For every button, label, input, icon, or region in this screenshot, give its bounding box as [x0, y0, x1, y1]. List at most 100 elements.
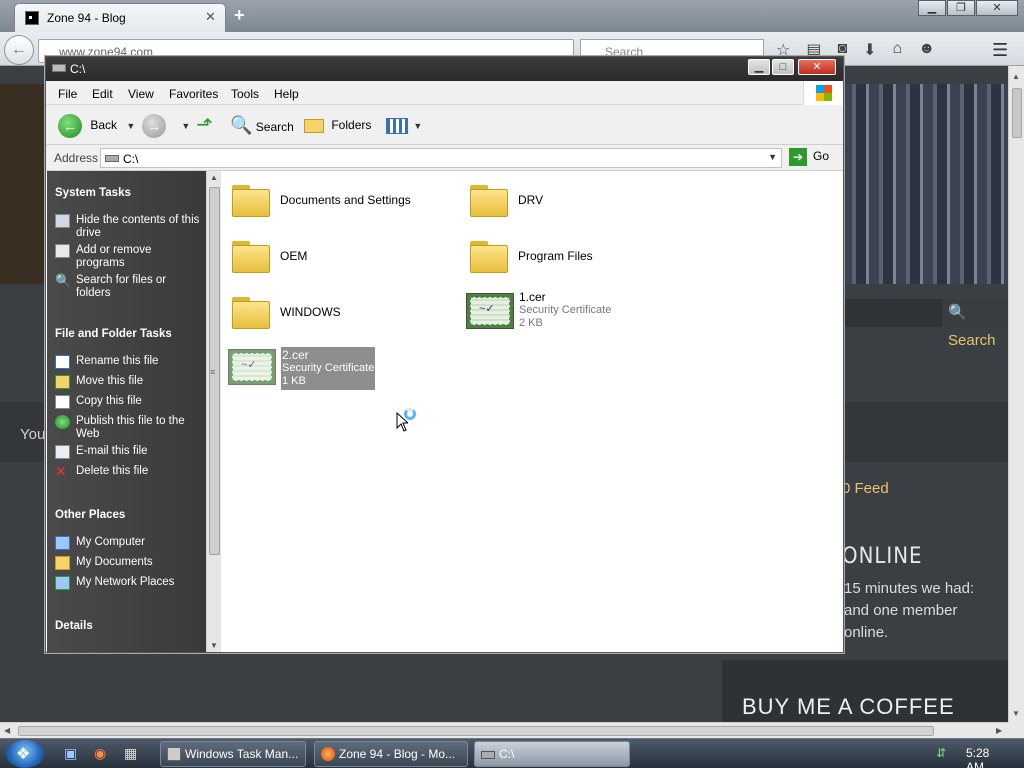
browser-tab[interactable]: Zone 94 - Blog ✕: [14, 3, 226, 32]
system-tasks-heading: System Tasks: [55, 187, 131, 199]
taskbar-firefox[interactable]: Zone 94 - Blog - Mo...: [314, 741, 468, 767]
back-button[interactable]: ← Back ▼: [58, 111, 135, 139]
file-size: 2 KB: [519, 317, 543, 329]
scroll-right-icon[interactable]: ▶: [996, 726, 1002, 735]
email-icon: [55, 445, 70, 459]
file-type: Security Certificate: [282, 362, 375, 374]
task-manager-icon: [167, 747, 181, 761]
up-folder-icon[interactable]: ⬏: [196, 111, 213, 139]
go-button[interactable]: ➔ Go: [789, 148, 829, 166]
task-copy-file[interactable]: Copy this file: [55, 395, 203, 409]
folder-item[interactable]: Documents and Settings: [232, 179, 452, 223]
online-stats: 15 minutes we had: and one member online…: [844, 578, 974, 644]
search-icon: 🔍: [55, 273, 72, 288]
tab-close-icon[interactable]: ✕: [205, 9, 216, 25]
clock[interactable]: 5:28 AM: [966, 746, 989, 768]
folder-item[interactable]: DRV: [470, 179, 670, 223]
smiley-icon[interactable]: ☻: [918, 40, 935, 60]
publish-web-icon: [55, 415, 70, 429]
file-list: Documents and Settings DRV OEM Program F…: [222, 171, 842, 652]
folder-item[interactable]: Program Files: [470, 235, 670, 279]
forward-dropdown-icon[interactable]: ▼: [181, 121, 190, 131]
folder-icon: [232, 239, 272, 273]
scroll-thumb[interactable]: [18, 726, 934, 736]
task-move-file[interactable]: Move this file: [55, 375, 203, 389]
scroll-down-icon[interactable]: ▼: [210, 641, 218, 650]
folders-label: Folders: [331, 118, 372, 132]
views-button[interactable]: ▼: [386, 111, 422, 139]
tab-title: Zone 94 - Blog: [47, 11, 126, 25]
folder-icon: [232, 295, 272, 329]
task-hide-contents[interactable]: Hide the contents of this drive: [55, 214, 203, 240]
folders-button[interactable]: Folders: [304, 111, 371, 139]
views-dropdown-icon[interactable]: ▼: [413, 121, 422, 131]
explorer-title-bar[interactable]: C:\ ▁ □ ✕: [46, 57, 843, 81]
menu-file[interactable]: File: [58, 87, 77, 101]
task-add-remove-programs[interactable]: Add or remove programs: [55, 244, 203, 270]
details-heading[interactable]: Details: [55, 620, 93, 632]
scroll-up-icon[interactable]: ▲: [1012, 72, 1020, 81]
scroll-left-icon[interactable]: ◀: [4, 726, 10, 735]
site-search-button[interactable]: 🔍 Search: [942, 299, 1008, 349]
firefox-icon[interactable]: ◉: [94, 745, 106, 762]
menu-view[interactable]: View: [128, 87, 154, 101]
page-vertical-scrollbar[interactable]: ▲ ▼: [1008, 66, 1024, 722]
task-rename-file[interactable]: Rename this file: [55, 355, 203, 369]
taskbar-label: Windows Task Man...: [185, 747, 299, 761]
menu-tools[interactable]: Tools: [231, 87, 259, 101]
file-details: 2.cer Security Certificate 1 KB: [281, 347, 376, 390]
browser-menu-icon[interactable]: ☰: [992, 40, 1008, 61]
show-desktop-icon[interactable]: ▣: [64, 745, 77, 762]
explorer-close-button[interactable]: ✕: [798, 59, 836, 75]
taskbar-task-manager[interactable]: Windows Task Man...: [160, 741, 306, 767]
explorer-toolbar: ← Back ▼ → ▼ ⬏ 🔍 Search Folders ▼: [46, 105, 843, 145]
place-my-documents[interactable]: My Documents: [55, 556, 203, 570]
file-item-selected[interactable]: 2.cer Security Certificate 1 KB: [228, 347, 428, 391]
certificate-icon: [466, 293, 514, 329]
browser-maximize-button[interactable]: ❐: [947, 0, 975, 16]
browser-minimize-button[interactable]: ▁: [918, 0, 946, 16]
drive-icon: [52, 64, 66, 72]
site-search-bar[interactable]: 🔍 Search: [842, 299, 1008, 349]
page-horizontal-scrollbar[interactable]: ◀ ▶: [0, 722, 1008, 738]
back-dropdown-icon[interactable]: ▼: [126, 121, 135, 131]
browser-back-button[interactable]: ←: [4, 35, 34, 65]
media-icon[interactable]: ▦: [124, 745, 137, 762]
taskbar-explorer[interactable]: C:\: [474, 741, 630, 767]
menu-favorites[interactable]: Favorites: [169, 87, 218, 101]
browser-close-button[interactable]: ✕: [976, 0, 1018, 16]
menu-help[interactable]: Help: [274, 87, 299, 101]
start-button[interactable]: [6, 740, 44, 768]
folder-item[interactable]: OEM: [232, 235, 432, 279]
forward-button[interactable]: → ▼: [142, 111, 190, 139]
address-input[interactable]: C:\ ▼: [100, 148, 782, 168]
task-search-files[interactable]: 🔍 Search for files or folders: [55, 274, 203, 300]
system-tray: ⇵ 5:28 AM: [936, 746, 989, 768]
file-item[interactable]: 1.cer Security Certificate 2 KB: [466, 291, 666, 335]
delete-icon: ✕: [55, 463, 67, 479]
place-my-network-places[interactable]: My Network Places: [55, 576, 203, 590]
address-dropdown-icon[interactable]: ▼: [768, 152, 777, 162]
search-button[interactable]: 🔍 Search: [230, 111, 294, 139]
task-pane-scrollbar[interactable]: ▲ ≡ ▼: [206, 171, 221, 652]
new-tab-button[interactable]: +: [234, 5, 245, 26]
place-my-computer[interactable]: My Computer: [55, 536, 203, 550]
scroll-down-icon[interactable]: ▼: [1012, 709, 1020, 718]
folder-item[interactable]: WINDOWS: [232, 291, 432, 335]
download-icon[interactable]: ⬇: [863, 40, 876, 60]
scroll-thumb[interactable]: [1012, 88, 1022, 138]
explorer-minimize-button[interactable]: ▁: [748, 59, 770, 75]
task-delete-file[interactable]: ✕ Delete this file: [55, 463, 203, 479]
other-places-heading: Other Places: [55, 509, 126, 521]
scroll-up-icon[interactable]: ▲: [210, 173, 218, 182]
task-publish-file[interactable]: Publish this file to the Web: [55, 415, 203, 441]
explorer-maximize-button[interactable]: □: [772, 59, 794, 75]
home-icon[interactable]: ⌂: [893, 40, 903, 60]
back-label: Back: [90, 118, 118, 132]
network-icon[interactable]: ⇵: [936, 746, 946, 760]
file-type: Security Certificate: [519, 304, 612, 316]
task-email-file[interactable]: E-mail this file: [55, 445, 203, 459]
busy-spinner-icon: [404, 408, 416, 420]
menu-edit[interactable]: Edit: [92, 87, 113, 101]
feed-link[interactable]: 0 Feed: [842, 480, 889, 497]
